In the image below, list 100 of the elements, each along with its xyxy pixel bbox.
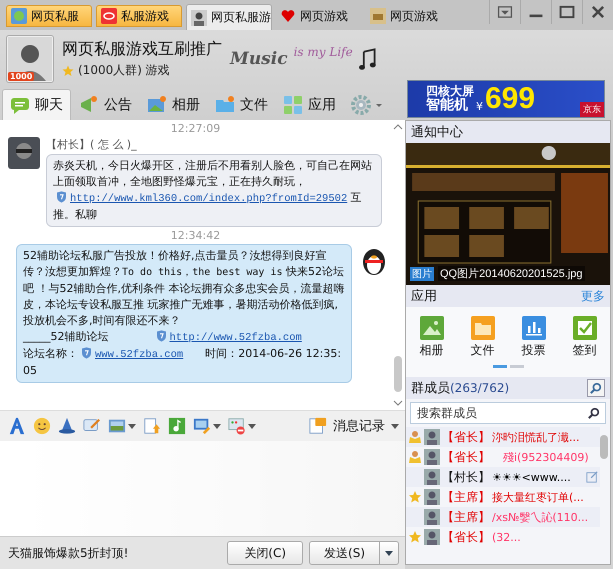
ad-headline: 四核大屏 <box>426 85 474 98</box>
window-tab[interactable]: 私服游戏 <box>96 5 182 27</box>
member-name: ☀☀☀<www.... <box>492 470 571 484</box>
tab-icon <box>79 95 99 115</box>
member-title: 【省长】 <box>442 528 490 546</box>
message-history-button[interactable]: 消息记录 <box>309 417 399 435</box>
avatar-icon <box>101 8 117 24</box>
message-time: 12:34:42 <box>170 229 220 242</box>
skin-lettering: Music <box>230 49 288 69</box>
window-tab[interactable]: 网页私服 <box>6 5 92 27</box>
avatar-icon <box>424 489 440 505</box>
tool-icon <box>108 417 126 435</box>
send-options-button[interactable] <box>380 541 399 565</box>
scroll-down-icon[interactable] <box>393 400 403 406</box>
member-name: 接大量红枣订单(... <box>492 490 584 504</box>
message-link[interactable]: http://www.kml360.com/index.php?fromId=29502 <box>70 193 348 205</box>
tool-icon <box>33 417 51 435</box>
tab-icon <box>215 95 235 115</box>
message-text: 52辅助论坛私服广告投放！价格好,点击量员？汝想得到良好宣传？汝想更加辉煌？To do this，the best way is 快来52论坛吧 ！与52辅助合作,优利条件 本论坛拥有众多忠实会员，流量超嗨皮，本论坛专设私服互推 玩家推广无难事，暑期活动价格低到疯,投放机会不多,时间有限还不来？ _____52辅助论坛 http://www.52fzba.com 论坛名称： www.52fzba.com 时间：2014-06-26 12:35:05 <box>23 248 345 379</box>
member-row[interactable]: 【主席】 接大量红枣订单(... <box>406 487 600 507</box>
nav-tab[interactable]: 文件 <box>208 90 275 120</box>
group-name: 网页私服游戏互刷推广 <box>62 39 222 60</box>
group-avatar[interactable]: 1000 <box>6 35 54 83</box>
member-search-field[interactable]: 搜索群成员 <box>410 402 606 424</box>
close-button[interactable]: 关闭(C) <box>227 541 304 565</box>
page-indicator[interactable] <box>492 365 506 368</box>
person-silhouette-icon <box>8 37 52 81</box>
search-icon <box>590 382 602 394</box>
section-title: 应用 <box>411 288 437 305</box>
avatar-icon <box>8 137 40 169</box>
avatar-icon <box>370 8 386 24</box>
member-row[interactable]: 【省长】 殘i(952304409) <box>406 447 600 467</box>
avatar-icon <box>280 8 296 24</box>
scroll-up-icon[interactable] <box>393 124 403 130</box>
section-title: 群成员(263/762) <box>411 380 510 397</box>
app-icon <box>420 316 444 340</box>
section-title: 通知中心 <box>411 124 463 141</box>
skin-lettering: is my Life <box>294 45 353 59</box>
star-icon <box>408 530 422 544</box>
member-count-badge: 1000 <box>8 72 34 81</box>
group-subtitle: (1000人群) 游戏 <box>78 62 170 79</box>
member-row[interactable]: 【村长】 ☀☀☀<www.... <box>406 467 600 487</box>
nav-tab[interactable]: 相册 <box>140 90 207 120</box>
window-tab[interactable]: 网页私服游 <box>186 4 272 30</box>
app-item[interactable]: 签到 <box>572 316 596 359</box>
shield-icon <box>56 191 67 203</box>
member-title: 【主席】 <box>442 488 490 506</box>
search-button[interactable] <box>587 379 605 397</box>
shield-icon <box>156 330 166 342</box>
toolbar-button[interactable] <box>31 415 53 437</box>
ad-price: 699 <box>485 82 536 116</box>
window-tab[interactable]: 网页游戏 <box>366 5 452 27</box>
member-row[interactable]: 【省长】 (32... <box>406 527 600 547</box>
tool-icon <box>168 417 186 435</box>
promo-text[interactable]: 天猫服饰爆款5折封顶! <box>8 544 128 562</box>
tab-icon <box>147 95 167 115</box>
scrollbar-thumb[interactable] <box>600 435 608 459</box>
scrollbar-thumb[interactable] <box>394 356 402 392</box>
member-name: 殘i(952304409) <box>502 450 589 464</box>
window-tab[interactable]: 网页游戏 <box>276 5 362 27</box>
edit-icon[interactable] <box>586 471 598 483</box>
app-icon <box>470 316 494 340</box>
nav-tab[interactable]: 应用 <box>276 90 343 120</box>
ad-headline: 智能机 <box>426 98 468 113</box>
ad-brand: 京东 <box>580 102 604 117</box>
app-item[interactable]: 文件 <box>470 316 494 359</box>
caret-icon <box>213 424 221 428</box>
member-title: 【省长】 <box>442 428 490 446</box>
avatar-icon <box>424 509 440 525</box>
app-item[interactable]: 投票 <box>522 316 546 359</box>
app-icon <box>522 316 546 340</box>
send-button[interactable]: 发送(S) <box>309 541 380 565</box>
member-title: 【主席】 <box>442 508 490 526</box>
caret-icon <box>391 424 399 428</box>
member-row[interactable]: 【主席】 /xs№嫛乀訫(110... <box>406 507 600 527</box>
avatar-icon <box>424 469 440 485</box>
tab-icon <box>10 95 30 115</box>
avatar-icon <box>191 10 207 26</box>
member-name: /xs№嫛乀訫(110... <box>492 510 588 524</box>
message-link[interactable]: http://www.52fzba.com <box>170 332 302 344</box>
member-title: 【省长】 <box>442 448 490 466</box>
tool-icon <box>58 417 76 435</box>
app-item[interactable]: 相册 <box>420 316 444 359</box>
message-link[interactable]: www.52fzba.com <box>95 349 184 361</box>
message-time: 12:27:09 <box>170 122 220 135</box>
star-icon <box>62 64 74 76</box>
member-name: 沵旳泪慌乱了濈... <box>492 430 580 444</box>
history-icon <box>309 417 327 435</box>
nav-tab[interactable]: 公告 <box>72 90 139 120</box>
tool-icon <box>193 417 211 435</box>
toolbar-button[interactable] <box>166 415 188 437</box>
avatar-icon <box>424 529 440 545</box>
shield-icon <box>81 347 92 359</box>
music-note-icon <box>358 46 377 72</box>
caret-icon <box>385 550 393 556</box>
ad-currency: ¥ <box>476 100 483 113</box>
nav-tab[interactable]: 聊天 <box>2 89 71 120</box>
sender-name: 【村长】( 怎 么 )_ <box>46 137 138 152</box>
member-name: (32... <box>492 530 521 544</box>
member-row[interactable]: 【省长】 沵旳泪慌乱了濈... <box>406 427 600 447</box>
